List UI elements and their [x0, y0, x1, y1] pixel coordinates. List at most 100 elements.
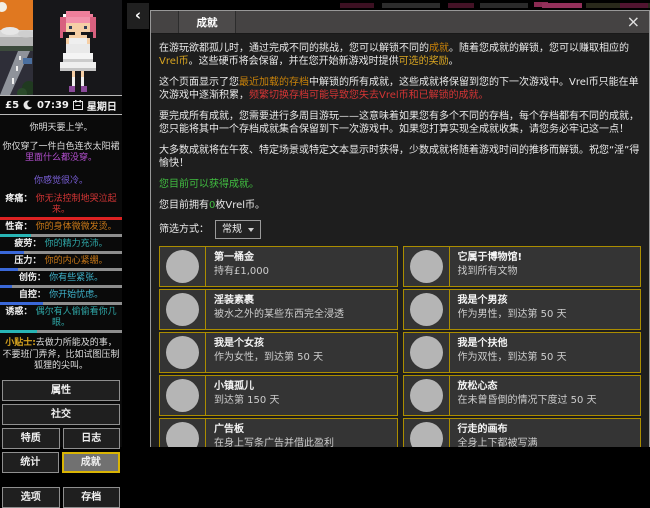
achievement-icon: [166, 379, 199, 412]
stat-label: 自控：: [18, 290, 50, 300]
achievement-card: 小镇孤儿到达第 150 天: [159, 375, 398, 416]
achievement-text: 第一桶金 持有£1,000: [205, 247, 397, 286]
achievement-desc: 在未曾昏倒的情况下度过 50 天: [457, 395, 597, 406]
stat-label: 创伤：: [18, 273, 50, 283]
sidebar-item-statistics[interactable]: 统计: [2, 451, 59, 473]
text-segment-normal: 。这些硬币将会保留，并在您开始新游戏时提供: [188, 56, 399, 67]
achievement-card: 广告板 在身上写条广告并借此盈利: [159, 418, 398, 447]
filter-row: 筛选方式： 常规: [159, 220, 641, 239]
intro-paragraph: 在游玩欲都孤儿时，通过完成不同的挑战，您可以解锁不同的成就。随着您成就的解锁，您…: [159, 42, 641, 68]
sidebar-item-attributes[interactable]: 属性: [2, 379, 120, 401]
text-segment-normal: 大多数成就将在午夜、特定场景或特定文本显示时获得，少数成就将随着游戏时间的推移而…: [159, 145, 640, 169]
achievement-desc: 找到所有文物: [457, 266, 518, 277]
sidebar-item-social[interactable]: 社交: [2, 403, 120, 425]
stat-value: 你的精力充沛。: [44, 239, 108, 249]
stat-row: 诱惑： 偶尔有人偷偷看你几眼。: [0, 307, 122, 333]
text-segment-red: 频繁切换存档可能导致您失去Vrel币和已解锁的成就。: [249, 90, 489, 101]
status-bar: £5 07:39 星期日: [0, 95, 122, 115]
stat-row: 疲劳： 你的精力充沛。: [0, 239, 122, 254]
text-segment-gold: 成就: [429, 43, 449, 54]
achievement-title: 我是个扶他: [457, 338, 508, 349]
location-scene-image: [0, 0, 33, 95]
achievement-desc: 在身上写条广告并借此盈利: [214, 438, 334, 447]
achievement-icon: [166, 422, 199, 447]
text-segment-normal: 您目前拥有: [159, 200, 209, 211]
stat-label: 性奋：: [5, 222, 36, 232]
achievement-title: 我是个男孩: [457, 295, 508, 306]
achievement-card: 我是个男孩 作为男性，到达第 50 天: [402, 289, 641, 330]
sidebar-item-saves[interactable]: 存档: [62, 486, 120, 508]
stat-bar-fill: [0, 302, 43, 305]
achievements-intro: 在游玩欲都孤儿时，通过完成不同的挑战，您可以解锁不同的成就。随着您成就的解锁，您…: [159, 42, 641, 170]
stat-row: 压力： 你的内心紧绷。: [0, 256, 122, 271]
chevron-down-icon: [248, 227, 254, 232]
eligible-text: 您目前可以获得成就。: [159, 179, 259, 190]
achievement-desc: 全身上下都被写满: [457, 438, 538, 447]
stat-label: 压力：: [14, 256, 45, 266]
sidebar-collapse-button[interactable]: ‹: [127, 3, 149, 29]
achievement-title: 放松心态: [457, 381, 498, 392]
school-notice: 你明天要上学。: [29, 123, 93, 133]
achievement-desc: 到达第 150 天: [214, 395, 280, 406]
achievement-card: 淫装素裹 被水之外的某些东西完全浸透: [159, 289, 398, 330]
stat-row: 创伤： 你有些紧张。: [0, 273, 122, 288]
achievement-title: 小镇孤儿: [214, 381, 254, 392]
weekday: 星期日: [86, 101, 117, 113]
stat-bar-fill: [0, 285, 13, 288]
stat-label: 疼痛：: [5, 194, 36, 204]
achievement-desc: 被水之外的某些东西完全浸透: [214, 309, 344, 320]
player-character-sprite: [59, 11, 96, 92]
money-amount: £5: [5, 99, 20, 111]
achievement-icon: [409, 336, 443, 369]
achievement-card: 我是个扶他作为双性，到达第 50 天: [402, 332, 641, 373]
stats-list: 疼痛： 你无法控制地哭泣起来。 性奋： 你的身体微微发烫。 疲劳： 你的精力充沛。压…: [0, 194, 122, 333]
clothing-status: 你仅穿了一件白色连衣太阳裙里面什么都没穿。: [0, 142, 122, 164]
stat-bar: [0, 251, 122, 254]
achievement-title: 我是个女孩: [214, 338, 264, 349]
intro-paragraph: 要完成所有成就，您需要进行多周目游玩——这意味着如果您有多个不同的存档，每个存档…: [159, 110, 641, 136]
stat-bar: [0, 234, 122, 237]
stat-row: 性奋： 你的身体微微发烫。: [0, 222, 122, 237]
stat-bar-fill: [0, 234, 31, 237]
stat-bar-fill: [0, 251, 25, 254]
achievement-card: 第一桶金 持有£1,000: [159, 246, 398, 287]
stat-label: 诱惑：: [5, 307, 36, 317]
sidebar-item-options[interactable]: 选项: [2, 486, 60, 508]
achievement-text: 我是个男孩 作为男性，到达第 50 天: [448, 290, 641, 329]
achievement-title: 行走的画布: [457, 424, 508, 435]
tab-achievements[interactable]: 成就: [178, 11, 236, 33]
stat-value: 偶尔有人偷偷看你几眼。: [35, 307, 117, 328]
stat-value: 你开始忧虑。: [49, 290, 104, 300]
achievement-icon: [409, 293, 443, 326]
sidebar-item-achievements[interactable]: 成就: [61, 451, 120, 473]
achievement-icon: [166, 293, 199, 326]
sidebar-item-journal[interactable]: 日志: [62, 427, 120, 449]
achievement-text: 放松心态在未曾昏倒的情况下度过 50 天: [448, 376, 641, 415]
achievement-text: 我是个女孩 作为女性，到达第 50 天: [205, 333, 397, 372]
achievement-icon: [166, 250, 199, 283]
dialog-header: 成就 ×: [151, 11, 649, 34]
filter-label: 筛选方式：: [159, 224, 209, 235]
text-segment-light: 你仅穿了一件白色连衣太阳裙: [2, 142, 120, 152]
tip-label: 小贴士:: [5, 338, 36, 348]
intro-paragraph: 这个页面显示了您最近加载的存档中解锁的所有成就，这些成就将保留到您的下一次游戏中…: [159, 76, 641, 102]
achievement-desc: 作为双性，到达第 50 天: [457, 352, 567, 363]
sidebar-item-traits[interactable]: 特质: [2, 427, 60, 449]
achievement-text: 小镇孤儿到达第 150 天: [205, 376, 397, 415]
achievement-card: 放松心态在未曾昏倒的情况下度过 50 天: [402, 375, 641, 416]
achievement-text: 淫装素裹 被水之外的某些东西完全浸透: [205, 290, 397, 329]
clock-time: 07:39: [37, 99, 69, 111]
achievements-grid: 第一桶金 持有£1,000 它属于博物馆! 找到所有文物 淫装素裹 被水之外的某些东西完全…: [159, 246, 641, 447]
time-of-day-icon: [23, 100, 34, 110]
text-segment-yellow: Vrel币: [159, 56, 189, 67]
background-artifacts: [150, 0, 650, 9]
stat-value: 你的身体微微发烫。: [35, 222, 117, 232]
filter-select[interactable]: 常规: [215, 220, 261, 239]
achievement-icon: [409, 250, 443, 283]
text-segment-gold: 最近加载的存档: [239, 77, 309, 88]
close-icon[interactable]: ×: [627, 14, 640, 30]
text-segment-normal: 。: [448, 56, 459, 67]
achievement-desc: 持有£1,000: [214, 266, 269, 277]
text-segment-normal: 这个页面显示了您: [159, 77, 239, 88]
text-segment-normal: 枚Vrel币。: [215, 200, 266, 211]
